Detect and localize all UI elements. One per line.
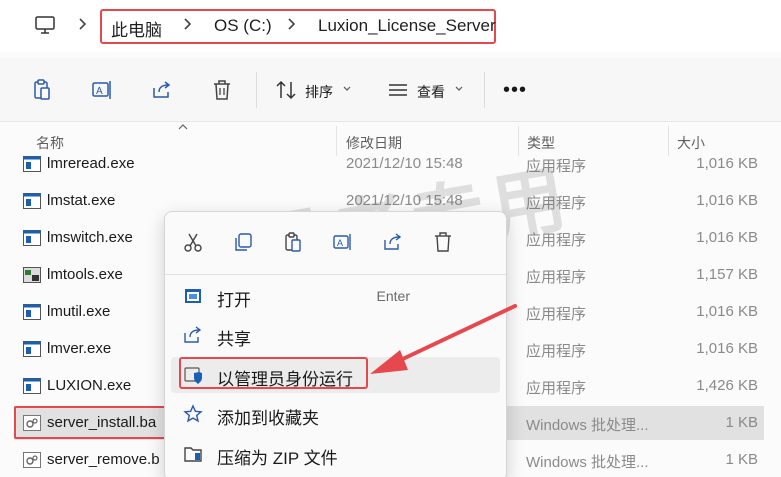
file-name[interactable]: lmreread.exe xyxy=(47,155,135,172)
exe-icon xyxy=(23,341,41,357)
chevron-right-icon xyxy=(288,18,296,30)
sort-button[interactable]: 排序 xyxy=(305,82,333,102)
file-size: 1,157 KB xyxy=(696,266,758,283)
file-size: 1,016 KB xyxy=(696,229,758,246)
file-size: 1,016 KB xyxy=(696,192,758,209)
file-type: Windows 批处理... xyxy=(526,417,649,434)
tools-icon xyxy=(23,267,41,283)
menu-item-label: 共享 xyxy=(217,330,251,349)
cut-icon[interactable] xyxy=(182,231,204,253)
file-type: 应用程序 xyxy=(526,343,587,360)
address-bar[interactable]: 此电脑 OS (C:) Luxion_License_Server xyxy=(0,0,781,52)
menu-item-compress-zip[interactable]: 压缩为 ZIP 文件 xyxy=(171,436,500,472)
view-button[interactable]: 查看 xyxy=(417,82,445,102)
this-pc-icon[interactable] xyxy=(34,14,56,36)
svg-text:A: A xyxy=(337,238,343,248)
open-icon xyxy=(185,289,201,303)
file-name[interactable]: lmswitch.exe xyxy=(47,229,133,246)
run-as-admin-highlight xyxy=(179,357,368,389)
paste-icon[interactable] xyxy=(30,78,54,102)
sort-icon[interactable] xyxy=(274,78,298,102)
batch-icon xyxy=(23,452,41,468)
delete-icon[interactable] xyxy=(210,78,234,102)
file-name[interactable]: lmutil.exe xyxy=(47,303,110,320)
paste-icon[interactable] xyxy=(282,231,304,253)
sort-ascending-icon xyxy=(178,124,188,130)
file-type: 应用程序 xyxy=(526,306,587,323)
exe-icon xyxy=(23,304,41,320)
menu-separator xyxy=(165,274,506,275)
chevron-down-icon xyxy=(343,86,351,91)
exe-icon xyxy=(23,193,41,209)
toolbar-divider xyxy=(256,72,257,108)
file-type: 应用程序 xyxy=(526,380,587,397)
rename-icon[interactable]: A xyxy=(332,231,354,253)
menu-item-label: 打开 xyxy=(217,291,251,310)
breadcrumb-drive-c[interactable]: OS (C:) xyxy=(214,16,272,36)
file-type: 应用程序 xyxy=(526,158,587,175)
toolbar-divider xyxy=(484,72,485,108)
menu-item-label: 压缩为 ZIP 文件 xyxy=(217,449,338,468)
file-size: 1,016 KB xyxy=(696,155,758,172)
star-icon xyxy=(183,404,203,423)
svg-text:A: A xyxy=(96,86,103,97)
exe-icon xyxy=(23,230,41,246)
menu-item-add-favorites[interactable]: 添加到收藏夹 xyxy=(171,396,500,432)
file-date: 2021/12/10 15:48 xyxy=(346,155,463,172)
delete-icon[interactable] xyxy=(432,231,454,253)
share-icon[interactable] xyxy=(150,78,174,102)
file-name[interactable]: lmver.exe xyxy=(47,340,111,357)
copy-icon[interactable] xyxy=(232,231,254,253)
file-name[interactable]: server_remove.b xyxy=(47,451,160,468)
exe-icon xyxy=(23,156,41,172)
file-type: 应用程序 xyxy=(526,195,587,212)
file-name[interactable]: LUXION.exe xyxy=(47,377,131,394)
breadcrumb-this-pc[interactable]: 此电脑 xyxy=(111,16,162,41)
file-date: 2021/12/10 15:48 xyxy=(346,192,463,209)
exe-icon xyxy=(23,378,41,394)
file-size: 1,016 KB xyxy=(696,303,758,320)
chevron-down-icon xyxy=(455,86,463,91)
file-size: 1 KB xyxy=(725,451,758,468)
command-bar: A 排序 查看 ••• xyxy=(0,58,781,122)
chevron-right-icon xyxy=(79,18,87,30)
more-options-button[interactable]: ••• xyxy=(503,80,527,100)
chevron-right-icon xyxy=(184,18,192,30)
share-icon[interactable] xyxy=(382,231,404,253)
rename-icon[interactable]: A xyxy=(90,78,114,102)
file-name[interactable]: lmstat.exe xyxy=(47,192,115,209)
annotation-arrow xyxy=(370,304,517,374)
file-size: 1 KB xyxy=(725,414,758,431)
share-icon xyxy=(184,326,202,343)
file-name[interactable]: lmtools.exe xyxy=(47,266,123,283)
breadcrumb-folder[interactable]: Luxion_License_Server xyxy=(318,16,496,36)
file-size: 1,016 KB xyxy=(696,340,758,357)
file-row[interactable]: lmreread.exe 2021/12/10 15:48 应用程序 1,016 KB xyxy=(14,147,764,181)
file-size: 1,426 KB xyxy=(696,377,758,394)
file-type: 应用程序 xyxy=(526,232,587,249)
menu-item-label: 添加到收藏夹 xyxy=(217,409,319,428)
file-type: 应用程序 xyxy=(526,269,587,286)
zip-icon xyxy=(184,447,202,462)
view-icon[interactable] xyxy=(386,78,410,102)
file-type: Windows 批处理... xyxy=(526,454,649,471)
selected-file-highlight xyxy=(14,406,166,439)
